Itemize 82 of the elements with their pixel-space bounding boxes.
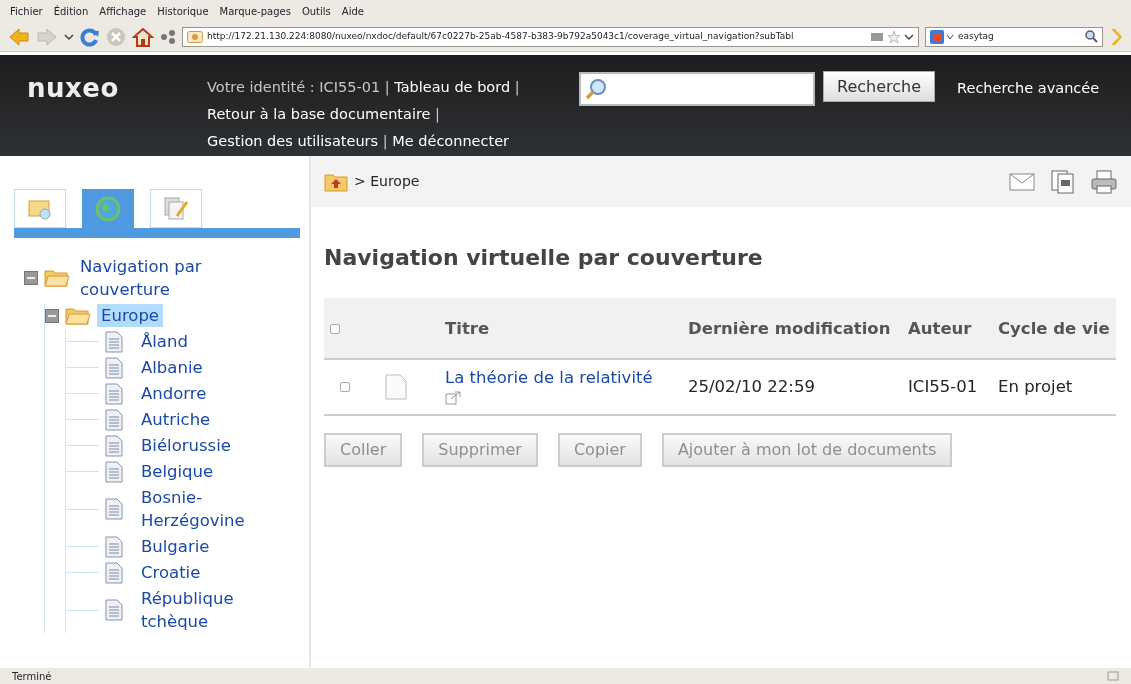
home-icon[interactable] <box>132 26 154 47</box>
menu-item[interactable]: Aide <box>341 3 364 19</box>
menu-item[interactable]: Édition <box>53 3 89 19</box>
tree-item[interactable]: Biélorussie <box>137 434 235 457</box>
tree-item[interactable]: République tchèque <box>137 587 297 633</box>
chevron-icon[interactable] <box>1109 27 1123 46</box>
search-field[interactable]: easytag <box>925 26 1103 47</box>
tree-item[interactable]: Albanie <box>137 356 207 379</box>
search-icon <box>585 78 607 100</box>
status-text: Terminé <box>12 669 52 684</box>
collapse-icon[interactable] <box>24 271 38 285</box>
header-link[interactable]: Retour à la base documentaire <box>207 106 431 122</box>
tree-item[interactable]: Bulgarie <box>137 535 214 558</box>
tree-item[interactable]: Croatie <box>137 561 205 584</box>
url-text: http://172.21.130.224:8080/nuxeo/nxdoc/default/67c0227b-25ab-4587-b383-9b792a5043c1/coverage_virtual_navigation?subTabl <box>207 29 794 43</box>
table-cell: ICI55-01 <box>908 377 978 396</box>
tree-item[interactable]: Belgique <box>137 460 218 483</box>
print-icon[interactable] <box>1091 169 1117 194</box>
site-icon <box>187 30 203 43</box>
menu-item[interactable]: Marque-pages <box>219 3 291 19</box>
separator: | <box>382 133 388 149</box>
globe-icon <box>95 195 121 222</box>
status-icon <box>1107 671 1119 681</box>
document-icon <box>105 434 123 457</box>
forward-arrow-icon[interactable] <box>36 27 58 46</box>
menu-item[interactable]: Outils <box>301 3 331 19</box>
search-value: easytag <box>958 29 995 43</box>
tree-item[interactable]: Andorre <box>137 382 211 405</box>
tree-item[interactable]: Åland <box>137 330 192 353</box>
document-icon <box>105 498 123 520</box>
mail-icon[interactable] <box>1009 172 1035 191</box>
header-link[interactable]: Tableau de bord <box>394 79 511 95</box>
breadcrumb-text: > Europe <box>354 172 420 191</box>
share-icon[interactable] <box>160 28 176 45</box>
clipboard-icon <box>163 195 189 222</box>
reload-icon[interactable] <box>80 26 100 47</box>
select-all-checkbox[interactable] <box>330 323 340 334</box>
document-icon <box>105 408 123 431</box>
menu-item[interactable]: Historique <box>157 3 209 19</box>
document-icon <box>105 330 123 353</box>
advanced-search-link[interactable]: Recherche avancée <box>957 78 1100 156</box>
document-icon <box>105 356 123 379</box>
document-icon <box>105 599 123 621</box>
address-bar[interactable]: http://172.21.130.224:8080/nuxeo/nxdoc/default/67c0227b-25ab-4587-b383-9b792a5043c1/coverage_virtual_navigation?subTabl <box>182 26 919 47</box>
menu-item[interactable]: Fichier <box>10 3 43 19</box>
document-icon <box>105 535 123 558</box>
stop-icon[interactable] <box>106 26 126 47</box>
external-link-icon[interactable] <box>445 390 461 405</box>
separator: | <box>514 79 520 95</box>
dropdown-icon[interactable] <box>904 32 914 41</box>
folder-icon <box>44 268 70 288</box>
search-icon[interactable] <box>1085 30 1098 43</box>
back-arrow-icon[interactable] <box>8 27 30 46</box>
document-icon <box>385 374 407 401</box>
document-link[interactable]: La théorie de la relativité <box>445 368 653 388</box>
dropdown-icon[interactable] <box>64 32 74 41</box>
star-icon[interactable] <box>888 30 900 43</box>
row-checkbox[interactable] <box>340 382 350 392</box>
document-icon <box>105 382 123 405</box>
menu-item[interactable]: Affichage <box>99 3 147 19</box>
identity-text: Votre identité : ICI55-01 <box>207 79 381 95</box>
header-link[interactable]: Gestion des utilisateurs <box>207 133 379 149</box>
search-button[interactable]: Recherche <box>823 71 936 102</box>
logo: nuxeo <box>27 72 120 105</box>
header-link[interactable]: Me déconnecter <box>392 133 510 149</box>
document-icon <box>105 460 123 483</box>
tree-item[interactable]: Bosnie-Herzégovine <box>137 486 297 532</box>
table-cell: En projet <box>998 377 1073 396</box>
column-header[interactable]: Titre <box>445 318 490 338</box>
folder-icon <box>65 305 91 326</box>
collapse-icon[interactable] <box>45 308 59 323</box>
separator: | <box>435 106 440 122</box>
page-title: Navigation virtuelle par couverture <box>324 245 764 272</box>
separator: | <box>384 79 390 95</box>
tree-item[interactable]: Autriche <box>137 408 215 431</box>
search-engine-icon[interactable] <box>930 29 954 44</box>
up-folder-icon[interactable] <box>324 171 348 192</box>
tree-item[interactable]: Navigation par couverture <box>76 255 236 301</box>
tree-item[interactable]: Europe <box>97 304 164 327</box>
table-cell: 25/02/10 22:59 <box>688 377 815 396</box>
search-field[interactable] <box>579 72 815 106</box>
document-icon <box>105 561 123 584</box>
